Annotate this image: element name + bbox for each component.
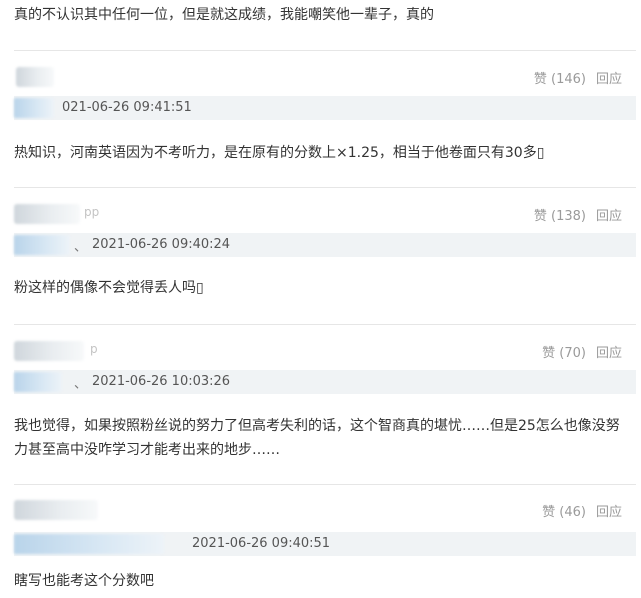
avatar[interactable] [14, 204, 80, 224]
reply-button[interactable]: 回应 [596, 346, 622, 361]
comment-actions: 赞 (146) 回应 [534, 68, 622, 87]
reply-button[interactable]: 回应 [596, 505, 622, 520]
comment-text: 热知识，河南英语因为不考听力，是在原有的分数上×1.25，相当于他卷面只有30多… [14, 145, 545, 161]
reply-button[interactable]: 回应 [596, 72, 622, 87]
like-button[interactable]: 赞 (46) [542, 505, 586, 520]
comment-meta: pp 赞 (138) 回应 [14, 201, 636, 227]
comment-text: 我也觉得，如果按照粉丝说的努力了但高考失利的话，这个智商真的堪忧……但是25怎么… [14, 418, 620, 458]
timestamp-bar: 2021-06-26 09:40:51 [14, 532, 636, 556]
timestamp-bar: 、 2021-06-26 09:40:24 [14, 233, 636, 257]
comment-time: 2021-06-26 09:40:24 [92, 237, 231, 252]
timestamp-bar: 021-06-26 09:41:51 [14, 96, 636, 120]
comment-time: 021-06-26 09:41:51 [62, 100, 192, 115]
username-tail: p [90, 342, 98, 356]
divider [14, 187, 636, 188]
comment-time: 2021-06-26 10:03:26 [92, 374, 231, 389]
username[interactable] [14, 372, 62, 392]
comment-meta: 赞 (46) 回应 [14, 497, 636, 523]
comment-text: 粉这样的偶像不会觉得丢人吗▯ [14, 280, 204, 296]
comment-feed: 真的不认识其中任何一位，但是就这成绩，我能嘲笑他一辈子，真的 赞 (146) 回应… [0, 0, 641, 598]
divider [14, 484, 636, 485]
like-button[interactable]: 赞 (138) [534, 209, 586, 224]
comment-actions: 赞 (70) 回应 [542, 342, 622, 361]
comment-text: 真的不认识其中任何一位，但是就这成绩，我能嘲笑他一辈子，真的 [14, 7, 434, 23]
timestamp-bar: 、 2021-06-26 10:03:26 [14, 370, 636, 394]
comment-time: 2021-06-26 09:40:51 [192, 536, 331, 551]
divider [14, 324, 636, 325]
username[interactable] [14, 534, 164, 554]
avatar[interactable] [16, 67, 54, 87]
like-button[interactable]: 赞 (70) [542, 346, 586, 361]
username-tail: pp [84, 205, 100, 219]
like-label: 赞 [533, 72, 547, 87]
like-label: 赞 [542, 346, 556, 361]
like-count: (70) [559, 346, 586, 361]
comment-actions: 赞 (138) 回应 [534, 205, 622, 224]
comment-meta: p 赞 (70) 回应 [14, 338, 636, 364]
avatar[interactable] [14, 341, 84, 361]
username-separator: 、 [74, 240, 88, 255]
username-separator: 、 [74, 377, 88, 392]
like-button[interactable]: 赞 (146) [534, 72, 586, 87]
divider [14, 50, 636, 51]
like-count: (138) [551, 209, 586, 224]
like-count: (146) [551, 72, 586, 87]
comment-actions: 赞 (46) 回应 [542, 501, 622, 520]
comment-text: 瞎写也能考这个分数吧 [14, 573, 154, 589]
username[interactable] [14, 235, 70, 255]
like-count: (46) [559, 505, 586, 520]
like-label: 赞 [533, 209, 547, 224]
reply-button[interactable]: 回应 [596, 209, 622, 224]
username[interactable] [14, 98, 54, 118]
like-label: 赞 [542, 505, 556, 520]
comment-meta: 赞 (146) 回应 [14, 64, 636, 90]
avatar[interactable] [14, 500, 98, 520]
